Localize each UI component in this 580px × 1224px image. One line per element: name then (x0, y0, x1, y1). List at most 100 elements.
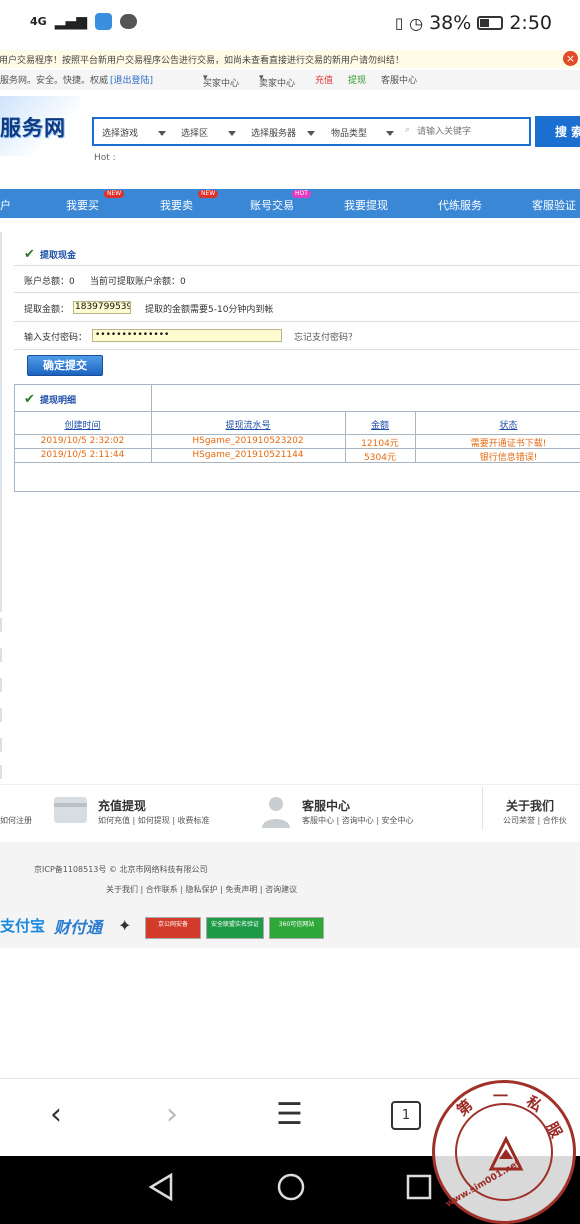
alarm-icon: ◷ (409, 13, 424, 33)
search-input[interactable] (405, 123, 523, 140)
password-input[interactable]: •••••••••••••• (92, 329, 282, 342)
sidebar-border (0, 232, 2, 612)
hot-label: Hot : (94, 153, 116, 163)
nav-item-account-trade[interactable]: 账号交易 HOT (250, 190, 311, 213)
footer-service-links[interactable]: 客服中心 | 咨询中心 | 安全中心 (302, 815, 414, 826)
select-item-type[interactable]: 物品类型 (331, 126, 367, 139)
nav-label: 我要卖 (160, 199, 193, 212)
menu-icon[interactable]: ☰ (276, 1097, 303, 1132)
watermark-char: 一 (493, 1087, 509, 1105)
status-left: 4G ▂▄▆ (30, 13, 137, 30)
account-total: 账户总额：0 (24, 274, 75, 287)
copyright-links[interactable]: 关于我们 | 合作联系 | 隐私保护 | 免责声明 | 咨询建议 (106, 884, 297, 895)
trusted-site-badge: 360可信网站 (269, 917, 324, 939)
buyer-center-link[interactable]: 买家中心 ▾ (203, 73, 239, 89)
seller-center-label: 卖家中心 (259, 79, 296, 89)
submit-button[interactable]: 确定提交 (27, 355, 103, 376)
withdraw-section-title: ✔ 提取现金 (24, 243, 76, 262)
total-value: 0 (69, 277, 75, 287)
detail-title: 提现明细 (40, 396, 77, 406)
detail-title-wrap: ✔ 提现明细 (24, 388, 76, 407)
check-icon: ✔ (24, 247, 35, 262)
site-slogan: 服务网。安全。快捷。权威 (0, 76, 109, 86)
row2-status: 银行信息错误! (479, 453, 538, 463)
available-balance: 当前可提取账户余额：0 (90, 274, 186, 287)
chevron-down-icon[interactable] (386, 131, 394, 136)
detail-table: 创建时间 提现流水号 金额 状态 2019/10/5 2:32:02 HSgam… (14, 411, 580, 463)
seller-center-link[interactable]: 卖家中心 ▾ (259, 73, 295, 89)
sidebar-stub (0, 678, 2, 692)
signal-icon: ▂▄▆ (54, 13, 87, 30)
footer-recharge-links[interactable]: 如何充值 | 如何提现 | 收费标准 (98, 815, 210, 826)
check-icon: ✔ (24, 392, 35, 407)
status-bar: 4G ▂▄▆ ▯ ◷ 38% 2:50 (0, 0, 580, 50)
police-cert-badge: 京公网安备 (145, 917, 201, 939)
divider (14, 265, 580, 266)
row1-serial: HSgame_201910523202 (192, 436, 304, 446)
chevron-down-icon[interactable] (158, 131, 166, 136)
back-icon[interactable]: ‹ (50, 1097, 62, 1132)
forward-icon[interactable]: › (166, 1097, 178, 1132)
footer-about-links[interactable]: 公司荣誉 | 合作伙 (503, 815, 567, 826)
footer-service-title: 客服中心 (302, 799, 351, 813)
search-button[interactable]: 搜 索 (535, 116, 580, 147)
new-badge: NEW (104, 190, 125, 198)
sidebar-stub (0, 708, 2, 722)
tabs-count-button[interactable]: 1 (391, 1101, 421, 1130)
nav-label: 账号交易 (250, 199, 294, 212)
row1-status: 需要开通证书下载! (470, 439, 547, 449)
select-area[interactable]: 选择区 (181, 126, 208, 139)
recharge-link[interactable]: 充值 (315, 73, 333, 86)
sidebar-stub (0, 765, 2, 779)
copyright-area: 京ICP备1108513号 © 北京市网络科技有限公司 关于我们 | 合作联系 … (0, 842, 580, 908)
nav-item-user[interactable]: 户 (0, 197, 11, 213)
nav-item-withdraw[interactable]: 我要提现 (344, 197, 388, 213)
notice-bar: 新用户交易程序！按照平台新用户交易程序公告进行交易，如尚未查看直接进行交易的新用… (0, 50, 580, 68)
security-cert-badge: 安全联盟实名验证 (206, 917, 264, 939)
credit-card-icon (54, 797, 87, 823)
nav-item-sell[interactable]: 我要卖 NEW (160, 190, 219, 213)
col-header-status[interactable]: 状态 (415, 418, 580, 431)
nav-item-leveling[interactable]: 代练服务 (438, 197, 482, 213)
buyer-center-label: 买家中心 (203, 79, 240, 89)
customer-service-icon (262, 797, 290, 828)
row1-time: 2019/10/5 2:32:02 (40, 436, 125, 446)
clock: 2:50 (509, 12, 552, 34)
status-right: ▯ ◷ 38% 2:50 (395, 12, 552, 34)
select-game[interactable]: 选择游戏 (102, 126, 138, 139)
available-value: 0 (180, 277, 186, 287)
top-nav: 服务网。安全。快捷。权威 [退出登陆] 买家中心 ▾ 卖家中心 ▾ 充值 提现 … (0, 70, 580, 90)
android-recents-icon[interactable] (406, 1172, 432, 1202)
site-logo[interactable]: 服务网 (0, 112, 66, 142)
col-header-serial[interactable]: 提现流水号 (151, 418, 345, 431)
footer-divider (482, 786, 483, 830)
withdraw-link[interactable]: 提现 (348, 73, 366, 86)
divider (14, 349, 580, 350)
sidebar-stub (0, 738, 2, 752)
search-bar: 选择游戏 选择区 选择服务器 物品类型 ⌕ (92, 117, 531, 146)
amount-hint: 提取的金额需要5-10分钟内到帐 (145, 305, 274, 315)
nav-item-service-verify[interactable]: 客服验证 (532, 197, 576, 213)
footer-recharge-title: 充值提现 (98, 799, 147, 813)
chevron-down-icon[interactable] (228, 131, 236, 136)
close-icon[interactable]: × (563, 51, 578, 66)
copyright-text: 京ICP备1108513号 © 北京市网络科技有限公司 (34, 865, 208, 874)
tenpay-logo: 财付通 (54, 918, 103, 937)
select-server[interactable]: 选择服务器 (251, 126, 296, 139)
footer-about-title: 关于我们 (506, 799, 555, 813)
amount-input[interactable]: 18397995393 (73, 301, 131, 314)
forgot-password-link[interactable]: 忘记支付密码？ (294, 330, 357, 343)
nav-item-buy[interactable]: 我要买 NEW (66, 190, 125, 213)
android-back-icon[interactable] (148, 1172, 174, 1202)
footer-col0-links[interactable]: 如何注册 (0, 815, 32, 826)
col-header-time[interactable]: 创建时间 (14, 418, 151, 431)
service-center-link[interactable]: 客服中心 (381, 73, 417, 86)
available-label: 当前可提取账户余额： (90, 277, 181, 287)
hot-badge: HOT (292, 190, 311, 198)
col-header-amount[interactable]: 金额 (345, 418, 415, 431)
android-home-icon[interactable] (276, 1172, 306, 1202)
sidebar-stub (0, 618, 2, 632)
chevron-down-icon[interactable] (307, 131, 315, 136)
detail-tab[interactable]: ✔ 提现明细 (14, 384, 152, 411)
logout-link[interactable]: [退出登陆] (110, 73, 153, 86)
